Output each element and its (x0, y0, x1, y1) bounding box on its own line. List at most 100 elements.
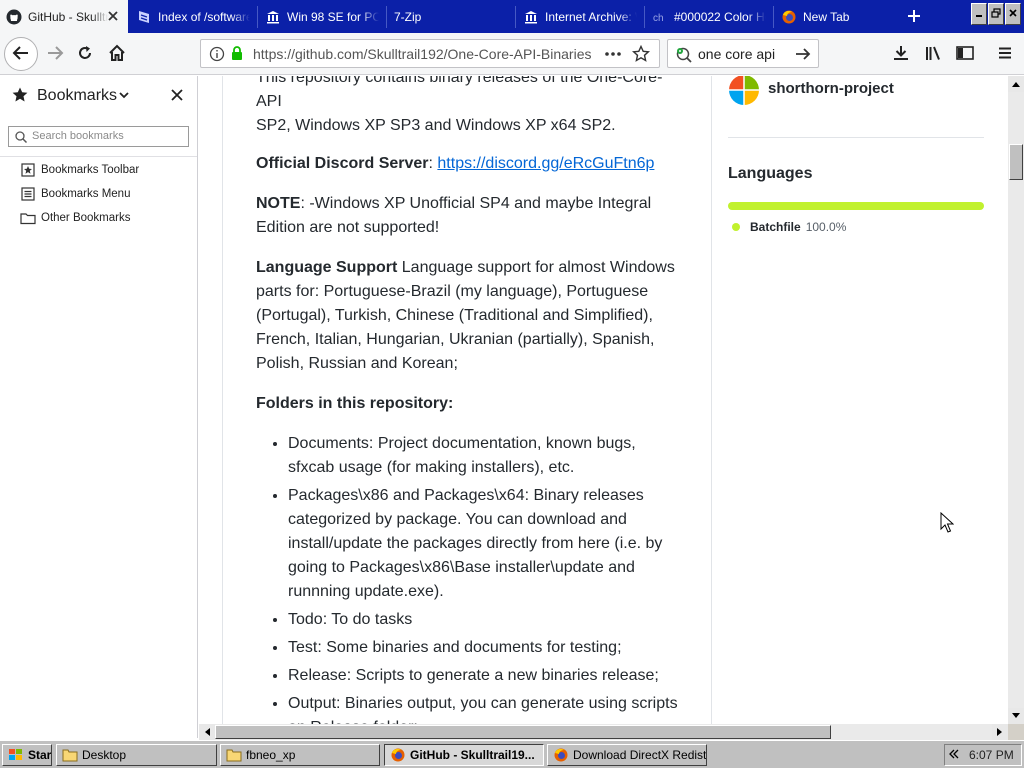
sidebar-header[interactable]: Bookmarks (0, 76, 197, 116)
minimize-icon (974, 7, 984, 21)
vertical-scroll-thumb[interactable] (1009, 144, 1023, 180)
scroll-up-icon[interactable] (1008, 76, 1024, 92)
taskbar-button-desktop[interactable]: Desktop (56, 744, 217, 766)
list-item: Documents: Project documentation, known … (288, 432, 686, 480)
folder-icon (62, 747, 78, 763)
info-icon[interactable] (209, 46, 225, 65)
url-text[interactable]: https://github.com/Skulltrail192/One-Cor… (253, 46, 593, 62)
mouse-cursor-icon (940, 511, 955, 537)
close-window-button[interactable] (1005, 3, 1021, 25)
horizontal-scroll-thumb[interactable] (215, 725, 831, 739)
tab-color-hex[interactable]: ch #000022 Color Hex (646, 0, 772, 33)
language-support-paragraph: Language Support Language support for al… (256, 256, 686, 376)
bookmark-label: Bookmarks Toolbar (41, 164, 140, 176)
list-item: Output: Binaries output, you can generat… (288, 692, 686, 724)
restore-icon (991, 7, 1001, 21)
taskbar-button-label: GitHub - Skulltrail19... (410, 748, 535, 762)
start-button[interactable]: Start (2, 744, 52, 766)
close-tab-icon[interactable] (106, 9, 120, 23)
other-bookmarks-item[interactable]: Other Bookmarks (20, 208, 130, 228)
language-bar-fill (728, 202, 984, 210)
museum-icon (265, 9, 281, 25)
tab-title: Win 98 SE for PCem (287, 9, 379, 24)
readme-body: This repository contains binary releases… (256, 76, 686, 724)
project-name[interactable]: shorthorn-project (768, 80, 894, 97)
navigation-toolbar: https://github.com/Skulltrail192/One-Cor… (0, 33, 1024, 75)
close-icon (1008, 7, 1018, 21)
search-input[interactable]: one core api (698, 46, 775, 62)
language-item[interactable]: Batchfile 100.0% (728, 220, 846, 234)
minimize-button[interactable] (971, 3, 987, 25)
section-divider (728, 137, 984, 138)
discord-link[interactable]: https://discord.gg/eRcGuFtn6p (437, 155, 654, 172)
search-bar[interactable]: one core api (667, 39, 819, 68)
restore-button[interactable] (988, 3, 1004, 25)
downloads-button[interactable] (886, 39, 916, 69)
forward-button[interactable] (40, 39, 70, 69)
go-arrow-icon[interactable] (794, 46, 812, 65)
bookmarks-menu-icon (20, 186, 36, 202)
hamburger-menu-icon (997, 45, 1013, 64)
taskbar-button-fbneo[interactable]: fbneo_xp (220, 744, 380, 766)
github-icon (6, 9, 22, 25)
new-tab-button[interactable] (900, 4, 928, 30)
library-button[interactable] (918, 39, 948, 69)
search-engine-icon[interactable] (675, 46, 693, 67)
color-hex-icon: ch (652, 9, 668, 25)
tab-new-tab[interactable]: New Tab (775, 0, 897, 33)
clock[interactable]: 6:07 PM (969, 748, 1014, 762)
vertical-scrollbar[interactable] (1008, 76, 1024, 724)
folder-icon (226, 747, 242, 763)
tray-expand-icon[interactable] (949, 748, 959, 762)
folders-heading-paragraph: Folders in this repository: (256, 392, 686, 416)
horizontal-scrollbar[interactable] (199, 724, 1008, 740)
bookmark-star-icon[interactable] (631, 44, 651, 66)
search-bookmarks-input[interactable]: Search bookmarks (8, 126, 189, 147)
reload-button[interactable] (70, 39, 100, 69)
tab-separator (257, 6, 258, 28)
tab-github[interactable]: GitHub - Skulltrail192 (0, 0, 128, 33)
taskbar-button-label: Download DirectX Redist ... (573, 748, 707, 762)
archive-icon (136, 9, 152, 25)
tab-internet-archive[interactable]: Internet Archive: Wayback (517, 0, 643, 33)
scroll-down-icon[interactable] (1008, 708, 1024, 724)
back-button[interactable] (4, 37, 38, 71)
tab-7zip[interactable]: 7-Zip (388, 0, 514, 33)
taskbar: Start Desktop fbneo_xp GitHub - Skulltra… (0, 740, 1024, 768)
page-actions-icon[interactable] (603, 46, 623, 65)
bookmark-star-icon (11, 86, 29, 107)
firefox-icon (781, 9, 797, 25)
scroll-right-icon[interactable] (992, 724, 1008, 740)
close-sidebar-icon[interactable] (170, 88, 184, 105)
note-paragraph: NOTE: -Windows XP Unofficial SP4 and may… (256, 192, 686, 240)
scroll-left-icon[interactable] (199, 724, 215, 740)
language-name: Batchfile (750, 220, 801, 234)
discord-label: Official Discord Server (256, 155, 429, 172)
language-percent: 100.0% (805, 220, 847, 234)
start-label: Start (28, 748, 52, 762)
firefox-icon (390, 747, 406, 763)
folders-list: Documents: Project documentation, known … (256, 432, 686, 724)
chevron-down-icon[interactable] (118, 89, 130, 104)
readme-box: This repository contains binary releases… (222, 76, 712, 724)
discord-paragraph: Official Discord Server: https://discord… (256, 152, 686, 176)
menu-button[interactable] (990, 39, 1020, 69)
lock-icon[interactable] (229, 45, 245, 64)
folders-heading: Folders in this repository: (256, 395, 454, 412)
page-content: This repository contains binary releases… (199, 76, 1008, 724)
url-bar[interactable]: https://github.com/Skulltrail192/One-Cor… (200, 39, 660, 68)
reload-icon (76, 44, 94, 65)
search-icon (14, 130, 28, 147)
taskbar-button-github[interactable]: GitHub - Skulltrail19... (384, 744, 544, 766)
taskbar-button-directx[interactable]: Download DirectX Redist ... (547, 744, 707, 766)
folder-icon (20, 210, 36, 226)
bookmarks-toolbar-item[interactable]: Bookmarks Toolbar (20, 160, 139, 180)
sidebar-toggle-button[interactable] (950, 39, 980, 69)
bookmarks-menu-item[interactable]: Bookmarks Menu (20, 184, 130, 204)
project-link[interactable]: shorthorn-project (728, 76, 984, 106)
intro-text-top: This repository contains binary releases… (256, 76, 663, 110)
sidebar-title[interactable]: Bookmarks (37, 87, 117, 105)
home-button[interactable] (102, 39, 132, 69)
tab-index-software[interactable]: Index of /software (130, 0, 256, 33)
tab-win98[interactable]: Win 98 SE for PCem (259, 0, 385, 33)
